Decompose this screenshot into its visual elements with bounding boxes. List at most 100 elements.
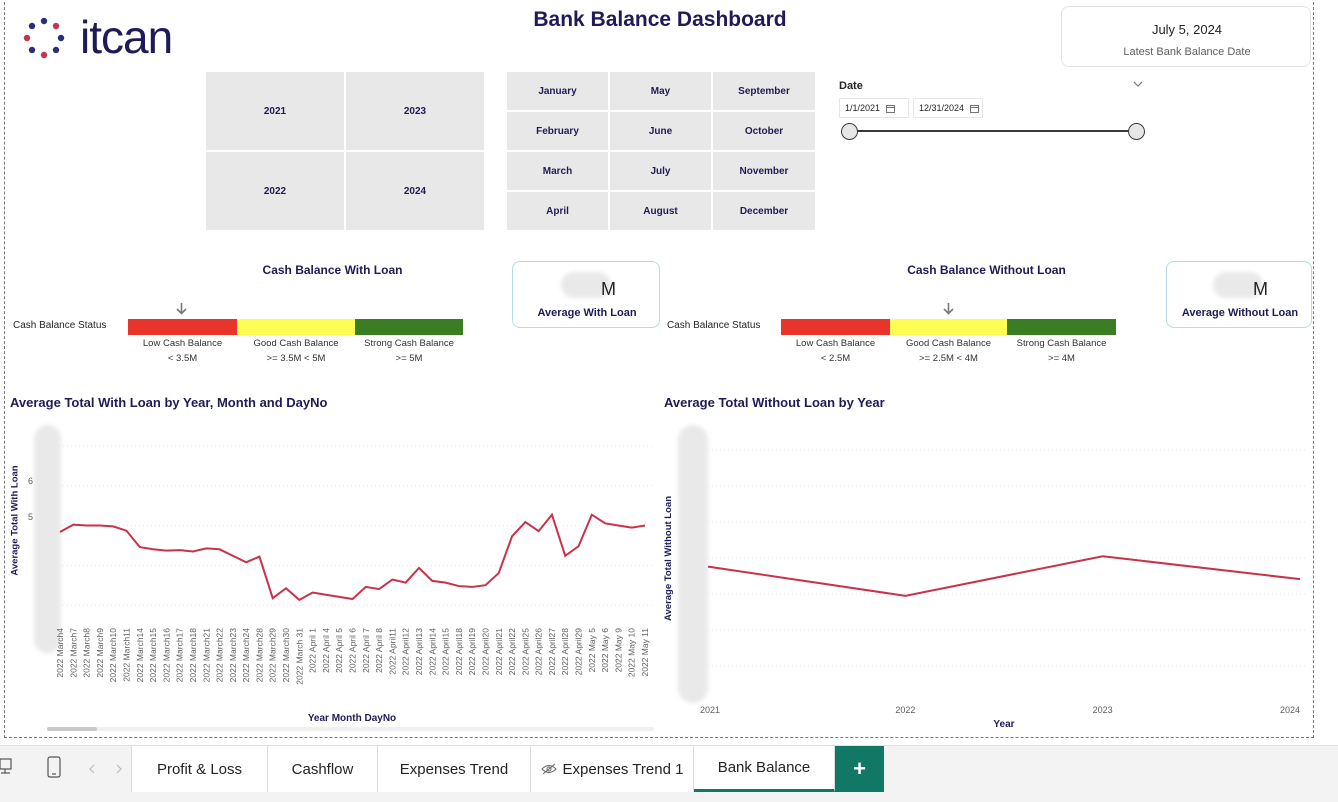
x-tick-label: 2022 April22 <box>507 628 517 676</box>
date-range-end-handle[interactable] <box>1128 123 1145 140</box>
x-tick-label: 2022 March22 <box>215 628 225 683</box>
tab-label: Expenses Trend 1 <box>562 760 684 778</box>
month-slicer-item[interactable]: November <box>713 152 815 190</box>
x-tick-label: 2022 <box>895 705 915 715</box>
x-tick-label: 2022 March18 <box>188 628 198 683</box>
with-loan-title: Cash Balance With Loan <box>262 263 403 277</box>
status-segment-name: Low Cash Balance <box>142 338 223 349</box>
x-tick-label: 2023 <box>1093 705 1113 715</box>
chart1-scrollbar-track[interactable] <box>47 727 654 731</box>
status-segment-name: Good Cash Balance <box>253 338 339 349</box>
month-slicer-item[interactable]: April <box>507 192 608 230</box>
tab-cashflow[interactable]: Cashflow <box>268 746 378 792</box>
tab-expenses-trend-1[interactable]: Expenses Trend 1 <box>531 746 694 792</box>
date-start-field[interactable]: 1/1/2021 <box>839 98 909 118</box>
arrow-down-icon <box>943 303 954 315</box>
x-tick-label: 2022 April15 <box>441 628 451 676</box>
month-slicer-item[interactable]: August <box>610 192 711 230</box>
month-slicer-item[interactable]: October <box>713 112 815 150</box>
status-segment-range: < 2.5M <box>820 353 851 364</box>
date-range-start-handle[interactable] <box>841 123 858 140</box>
x-tick-label: 2022 May 6 <box>600 628 610 673</box>
plus-icon: + <box>853 756 866 781</box>
date-slicer: Date 1/1/2021 12/31/2024 <box>838 78 1148 148</box>
status-segment-range: >= 4M <box>1048 353 1075 364</box>
x-tick-label: 2022 April 1 <box>308 628 318 673</box>
year-slicer-item[interactable]: 2023 <box>346 72 484 150</box>
x-tick-label: 2022 March24 <box>241 628 251 683</box>
x-tick-label: 2022 March21 <box>201 628 211 683</box>
month-slicer-item[interactable]: January <box>507 72 608 110</box>
chart2-line-chart[interactable]: 2021 2022 2023 2024 <box>700 430 1312 720</box>
tab-label: Expenses Trend <box>399 760 509 778</box>
month-slicer-item[interactable]: December <box>713 192 815 230</box>
date-start-value: 1/1/2021 <box>845 103 881 113</box>
x-tick-label: 2022 April 4 <box>321 628 331 673</box>
without-loan-title: Cash Balance Without Loan <box>907 263 1066 277</box>
x-tick-label: 2022 April 8 <box>374 628 384 673</box>
calendar-icon[interactable] <box>970 104 979 113</box>
chart1-line-chart[interactable]: 2022 March4 2022 March7 2022 March8 2022 Ma… <box>0 420 660 720</box>
status-segment-good <box>237 319 355 335</box>
x-tick-label: 2022 April20 <box>480 628 490 676</box>
date-slicer-label: Date <box>839 80 863 92</box>
x-tick-label: 2022 April 5 <box>334 628 344 673</box>
month-slicer-item[interactable]: September <box>713 72 815 110</box>
status-segment-strong <box>355 319 463 335</box>
x-tick-label: 2022 May 5 <box>587 628 597 673</box>
calendar-icon[interactable] <box>886 104 895 113</box>
tab-label: Bank Balance <box>717 759 811 776</box>
x-tick-label: 2022 April13 <box>414 628 424 676</box>
x-tick-label: 2022 May 9 <box>613 628 623 673</box>
kpi-label: Average With Loan <box>537 307 637 319</box>
desktop-view-icon[interactable] <box>0 758 14 776</box>
x-tick-label: 2022 March8 <box>82 628 92 678</box>
tab-profit-loss[interactable]: Profit & Loss <box>131 746 268 792</box>
x-tick-label: 2022 April11 <box>387 628 397 675</box>
x-tick-label: 2022 April19 <box>467 628 477 676</box>
chevron-right-icon[interactable] <box>115 764 123 774</box>
latest-date-card: July 5, 2024 Latest Bank Balance Date <box>1061 6 1311 67</box>
month-slicer-item[interactable]: May <box>610 72 711 110</box>
status-segment-low <box>781 319 890 335</box>
x-tick-label: 2022 April 6 <box>348 628 358 673</box>
status-segment-range: >= 3.5M < 5M <box>266 353 326 364</box>
x-tick-label: 2022 April26 <box>534 628 544 676</box>
kpi-value-suffix: M <box>601 279 616 299</box>
x-tick-label: 2022 March17 <box>175 628 185 683</box>
series-line[interactable] <box>59 512 646 602</box>
year-slicer-item[interactable]: 2021 <box>206 72 344 150</box>
x-tick-label: 2022 March4 <box>55 628 65 678</box>
tab-label: Cashflow <box>291 760 354 778</box>
month-slicer-item[interactable]: March <box>507 152 608 190</box>
x-tick-label: 2022 March 31 <box>294 628 304 685</box>
x-tick-label: 2022 March30 <box>281 628 291 683</box>
x-tick-label: 2022 March28 <box>254 628 264 683</box>
year-slicer-item[interactable]: 2022 <box>206 152 344 230</box>
tab-bank-balance[interactable]: Bank Balance <box>694 746 835 792</box>
status-segment-name: Good Cash Balance <box>905 338 992 349</box>
x-tick-label: 2022 March10 <box>108 628 118 683</box>
chevron-left-icon[interactable] <box>88 764 96 774</box>
x-tick-label: 2022 April 7 <box>361 628 371 673</box>
chart1-title: Average Total With Loan by Year, Month a… <box>10 395 328 410</box>
date-end-field[interactable]: 12/31/2024 <box>913 98 983 118</box>
month-slicer-item[interactable]: June <box>610 112 711 150</box>
month-slicer-item[interactable]: February <box>507 112 608 150</box>
year-slicer-item[interactable]: 2024 <box>346 152 484 230</box>
status-segment-range: >= 2.5M < 4M <box>919 353 978 364</box>
status-segment-name: Strong Cash Balance <box>364 338 454 349</box>
x-tick-label: 2022 April28 <box>560 628 570 676</box>
chevron-down-icon[interactable] <box>1133 80 1143 88</box>
chart1-scrollbar-thumb[interactable] <box>47 727 97 731</box>
month-slicer-item[interactable]: July <box>610 152 711 190</box>
x-tick-label: 2022 March9 <box>95 628 105 678</box>
x-tick-label: 2022 May 11 <box>640 628 650 677</box>
mobile-view-icon[interactable] <box>47 756 61 778</box>
x-tick-label: 2024 <box>1280 705 1300 715</box>
chart2-title: Average Total Without Loan by Year <box>664 395 885 410</box>
x-tick-label: 2022 March14 <box>135 628 145 683</box>
add-page-button[interactable]: + <box>835 746 884 792</box>
tab-expenses-trend[interactable]: Expenses Trend <box>378 746 531 792</box>
series-line[interactable] <box>707 555 1301 597</box>
